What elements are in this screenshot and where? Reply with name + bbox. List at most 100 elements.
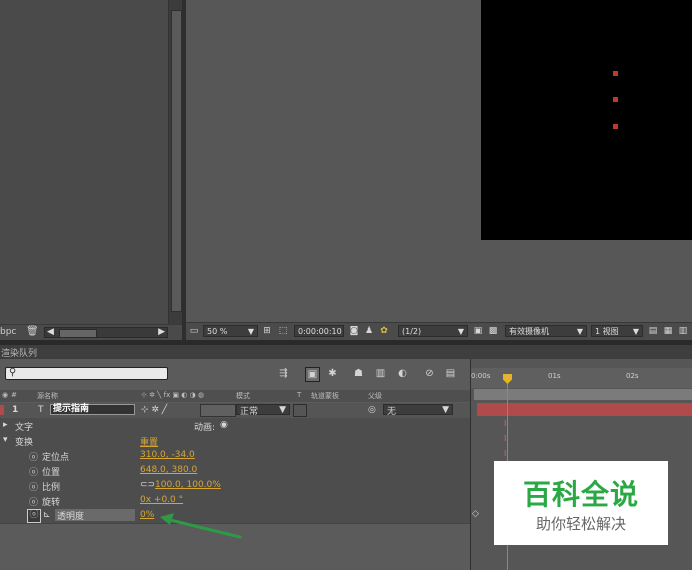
eye-icon[interactable]: ◉ (2, 391, 8, 399)
scroll-right-icon[interactable]: ▶ (158, 327, 165, 337)
stopwatch-active-icon[interactable]: ⓞ (27, 509, 41, 523)
property-position[interactable]: ⓞ 位置 648.0, 380.0 (0, 463, 470, 479)
render-queue-tab[interactable]: 渲染队列 (1, 346, 37, 359)
channel-icon[interactable]: ✿ (379, 326, 389, 336)
search-input[interactable] (20, 368, 165, 379)
graph-editor-icon[interactable]: ⊘ (423, 367, 436, 380)
column-track-matte[interactable]: 轨道蒙板 (311, 391, 339, 401)
column-t: T (297, 391, 302, 399)
bpc-label[interactable]: bpc (0, 327, 16, 337)
rotation-label: 旋转 (42, 498, 61, 508)
position-label: 位置 (42, 468, 61, 478)
expand-arrow-icon[interactable]: ▸ (3, 420, 8, 430)
motion-blur-icon[interactable]: ◐ (396, 367, 409, 380)
property-group-text[interactable]: ▸ 文字 动画: ◉ (0, 418, 470, 434)
region-of-interest-icon[interactable]: ▣ (473, 326, 483, 336)
collapse-arrow-icon[interactable]: ▾ (3, 435, 8, 445)
fit-icon[interactable]: ⊞ (262, 326, 272, 336)
mode-select[interactable]: 正常 ▼ (236, 404, 290, 417)
live-update-icon[interactable]: ▣ (305, 367, 320, 382)
scrollbar-thumb[interactable] (171, 10, 182, 312)
layer-name[interactable]: 提示指南 (50, 404, 135, 415)
shy-layers-icon[interactable]: ☗ (352, 367, 365, 380)
property-scale[interactable]: ⓞ 比例 ⊂⊃ 100.0, 100.0% (0, 478, 470, 494)
zoom-select[interactable]: 50 % ▼ (203, 325, 258, 337)
project-horizontal-scrollbar[interactable]: ◀ ▶ (44, 327, 168, 338)
stopwatch-icon[interactable]: ⓞ (29, 465, 38, 478)
column-number: # (11, 391, 17, 399)
project-vertical-scrollbar[interactable] (168, 0, 182, 325)
transform-group-label: 变换 (15, 438, 34, 448)
anchor-dot (613, 97, 618, 102)
anchor-dot (613, 71, 618, 76)
views-select[interactable]: 1 视图 ▼ (591, 325, 643, 337)
stopwatch-icon[interactable]: ⓞ (29, 450, 38, 463)
timeline-icon[interactable]: ▦ (663, 326, 673, 336)
animate-label[interactable]: 动画: (194, 420, 215, 433)
text-layer-icon: T (38, 405, 44, 415)
keyframe-navigator-icon[interactable]: ◇ (472, 509, 479, 519)
watermark-title: 百科全说 (522, 478, 639, 511)
safe-margins-icon[interactable]: ⬚ (278, 326, 288, 336)
anchor-point-label: 定位点 (42, 453, 70, 463)
property-anchor-point[interactable]: ⓞ 定位点 310.0, -34.0 (0, 448, 470, 464)
transparency-grid-icon[interactable]: ▩ (488, 326, 498, 336)
resolution-select[interactable]: (1/2) ▼ (398, 325, 468, 337)
stopwatch-icon[interactable]: ⓞ (29, 495, 38, 508)
draft-3d-icon[interactable]: ✱ (326, 367, 339, 380)
parent-pickwhip-icon[interactable]: ◎ (368, 405, 376, 415)
rotation-value[interactable]: 0x +0.0 ° (140, 495, 183, 505)
reset-link[interactable]: 重置 (140, 435, 158, 448)
keyframe-marker[interactable]: I (504, 419, 506, 428)
stopwatch-icon[interactable]: ⓞ (29, 480, 38, 493)
frame-blending-icon[interactable]: ▥ (374, 367, 387, 380)
column-mode[interactable]: 模式 (236, 391, 250, 401)
layer-switch-icons[interactable]: ⊹ ✲ ╱ (141, 405, 167, 415)
toggle-pixel-icon[interactable]: ▤ (648, 326, 658, 336)
opacity-label: 透明度 (55, 509, 135, 522)
comp-mini-flowchart-icon[interactable]: ⇶ (277, 367, 290, 380)
preserve-transparency-checkbox[interactable] (293, 404, 307, 417)
parent-select[interactable]: 无 ▼ (383, 404, 453, 417)
trash-icon[interactable]: 🗑 (26, 326, 39, 337)
watermark-subtitle: 助你轻松解决 (535, 515, 626, 533)
layer-number: 1 (12, 405, 19, 415)
camera-select[interactable]: 有效摄像机 ▼ (505, 325, 587, 337)
layer-search[interactable]: ⚲ (5, 367, 168, 380)
always-preview-icon[interactable]: ▭ (189, 326, 199, 336)
project-footer: bpc 🗑 ◀ ▶ (0, 324, 182, 340)
timeline-tab-row: 渲染队列 (0, 345, 692, 359)
graph-icon[interactable]: ⊾ (43, 510, 51, 520)
layer-duration-bar[interactable] (477, 403, 692, 416)
watermark-logo: 百科全说 助你轻松解决 (494, 461, 668, 545)
switch-icons: ⊹ ✲ ╲ fx ▣ ◐ ◑ ◍ (141, 391, 205, 399)
scale-value[interactable]: 100.0, 100.0% (155, 480, 221, 490)
text-group-label: 文字 (15, 423, 34, 433)
layer-row[interactable]: 1 T 提示指南 ⊹ ✲ ╱ 正常 ▼ ◎ 无 ▼ (0, 403, 470, 419)
layer-label-color[interactable] (0, 405, 4, 415)
property-group-transform[interactable]: ▾ 变换 重置 (0, 433, 470, 449)
show-snapshot-icon[interactable]: ♟ (364, 326, 374, 336)
snapshot-icon[interactable]: ◙ (349, 326, 359, 336)
keyframe-marker[interactable]: I (504, 434, 506, 443)
layer-switch-boxes[interactable] (200, 404, 236, 417)
timecode-display[interactable]: 0:00:00:10 (294, 325, 344, 337)
search-icon: ⚲ (9, 367, 17, 378)
layer-columns-header: ◉ # 源名称 ⊹ ✲ ╲ fx ▣ ◐ ◑ ◍ 模式 T 轨道蒙板 父级 (0, 390, 470, 402)
keyframe-marker[interactable]: I (504, 449, 506, 458)
column-source-name[interactable]: 源名称 (37, 391, 58, 401)
flowchart-icon[interactable]: ▥ (678, 326, 688, 336)
composition-canvas[interactable] (481, 0, 692, 240)
ruler-tick-label: 01s (548, 372, 561, 380)
ruler-tick-label: 0:00s (471, 372, 491, 380)
constrain-proportions-icon[interactable]: ⊂⊃ (140, 480, 155, 490)
scrollbar-thumb[interactable] (59, 329, 97, 338)
scroll-left-icon[interactable]: ◀ (47, 327, 54, 337)
brainstorm-icon[interactable]: ▤ (444, 367, 457, 380)
anchor-point-value[interactable]: 310.0, -34.0 (140, 450, 195, 460)
column-parent[interactable]: 父级 (368, 391, 382, 401)
annotation-arrow (160, 513, 242, 539)
scale-label: 比例 (42, 483, 61, 493)
position-value[interactable]: 648.0, 380.0 (140, 465, 197, 475)
animate-menu-icon[interactable]: ◉ (220, 420, 228, 430)
